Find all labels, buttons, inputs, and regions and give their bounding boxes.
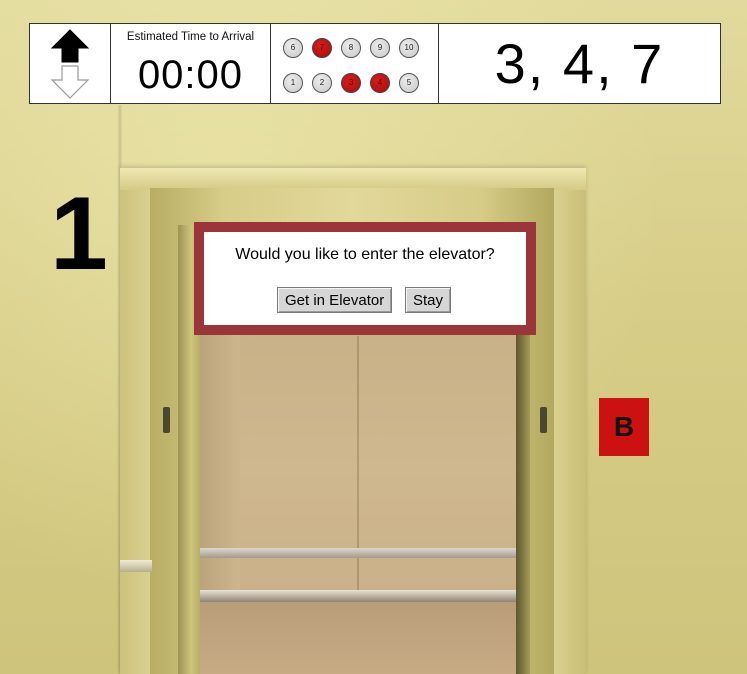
floor-button-4[interactable]: 4 — [370, 73, 390, 93]
queued-floors: 3, 4, 7 — [494, 32, 665, 95]
elevator-frame-header — [120, 168, 586, 190]
wall-ledge — [120, 560, 152, 572]
door-sensor-right — [540, 407, 547, 433]
status-bar: Estimated Time to Arrival 00:00 6 7 8 9 … — [29, 23, 721, 104]
floor-button-7[interactable]: 7 — [312, 38, 332, 58]
floor-button-2[interactable]: 2 — [312, 73, 332, 93]
floor-button-9[interactable]: 9 — [370, 38, 390, 58]
stay-button[interactable]: Stay — [405, 287, 452, 313]
enter-elevator-dialog: Would you like to enter the elevator? Ge… — [194, 222, 536, 335]
floor-button-panel: 6 7 8 9 10 1 2 3 4 5 — [271, 24, 439, 103]
floor-button-5[interactable]: 5 — [399, 73, 419, 93]
down-arrow-icon — [50, 65, 90, 99]
floor-button-10[interactable]: 10 — [399, 38, 419, 58]
up-arrow-icon — [50, 29, 90, 63]
door-sensor-left — [163, 407, 170, 433]
direction-indicator — [30, 24, 111, 103]
eta-time: 00:00 — [137, 53, 244, 97]
elevator-handrail — [200, 590, 516, 602]
floor-button-8[interactable]: 8 — [341, 38, 361, 58]
elevator-cab-lower-panel — [200, 602, 516, 674]
dialog-question: Would you like to enter the elevator? — [235, 246, 495, 263]
queued-floors-panel: 3, 4, 7 — [439, 24, 720, 103]
floor-button-3[interactable]: 3 — [341, 73, 361, 93]
floor-button-6[interactable]: 6 — [283, 38, 303, 58]
elevator-handrail-upper — [200, 548, 516, 558]
eta-label: Estimated Time to Arrival — [126, 31, 255, 43]
basement-badge: B — [599, 398, 649, 456]
get-in-elevator-button[interactable]: Get in Elevator — [277, 287, 393, 313]
current-floor-number: 1 — [50, 176, 108, 292]
floor-button-1[interactable]: 1 — [283, 73, 303, 93]
eta-panel: Estimated Time to Arrival 00:00 — [111, 24, 271, 103]
